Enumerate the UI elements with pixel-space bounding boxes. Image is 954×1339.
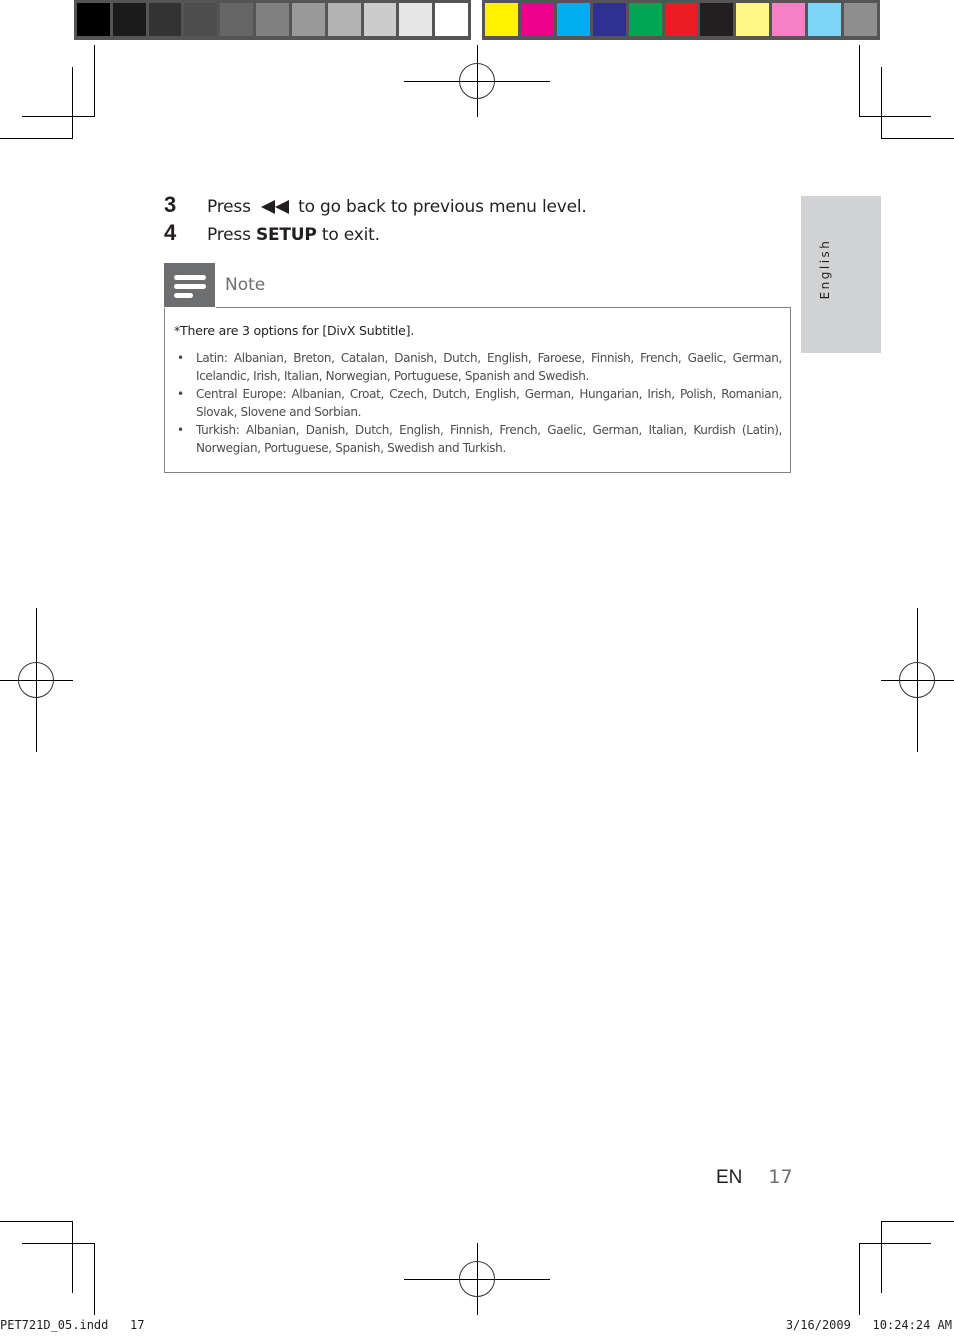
crop-mark xyxy=(859,45,860,117)
process-color-swatch xyxy=(520,3,554,36)
grayscale-swatch xyxy=(399,3,433,36)
crop-mark xyxy=(72,1221,73,1293)
page-number: 17 xyxy=(768,1166,793,1188)
note-intro: *There are 3 options for [DivX Subtitle]… xyxy=(174,323,415,338)
grayscale-swatch xyxy=(256,3,289,36)
process-color-swatch xyxy=(556,3,590,36)
grayscale-swatch xyxy=(327,3,361,36)
note-header: Note xyxy=(164,263,265,307)
crop-mark xyxy=(22,1243,95,1244)
crop-mark xyxy=(881,67,882,139)
grayscale-swatch xyxy=(291,3,325,36)
process-color-swatch xyxy=(664,3,698,36)
process-color-swatch xyxy=(485,3,518,36)
process-color-swatch xyxy=(844,3,877,36)
step-number: 4 xyxy=(164,220,177,245)
rewind-icon xyxy=(260,199,289,219)
process-color-swatch xyxy=(808,3,842,36)
process-color-swatch xyxy=(700,3,734,36)
grayscale-swatch xyxy=(148,3,182,36)
crop-mark xyxy=(859,116,931,117)
process-color-bar xyxy=(482,0,880,40)
crop-mark xyxy=(72,67,73,139)
process-color-swatch xyxy=(772,3,806,36)
grayscale-swatch xyxy=(77,3,110,36)
note-box: *There are 3 options for [DivX Subtitle]… xyxy=(164,307,791,473)
crop-mark xyxy=(0,138,73,139)
note-list: • Latin: Albanian, Breton, Catalan, Danis… xyxy=(176,349,782,457)
crop-mark xyxy=(22,116,95,117)
step-number: 3 xyxy=(164,192,177,217)
grayscale-swatch xyxy=(220,3,254,36)
step-4: 4 Press SETUP to exit. xyxy=(164,220,380,246)
crop-mark xyxy=(859,1243,931,1244)
language-label: English xyxy=(818,238,832,299)
crop-mark xyxy=(881,1221,954,1222)
page-language: EN xyxy=(716,1167,743,1188)
crop-mark xyxy=(94,45,95,117)
slug-datetime: 3/16/2009 10:24:24 AM xyxy=(785,1318,952,1332)
crop-mark xyxy=(881,138,954,139)
page-footer: EN 17 xyxy=(716,1166,793,1189)
grayscale-swatch xyxy=(435,3,468,36)
note-icon xyxy=(164,263,215,307)
list-item: • Turkish: Albanian, Danish, Dutch, Engli… xyxy=(177,423,782,455)
step-3: 3 Press to go back to previous menu leve… xyxy=(164,192,587,219)
crop-mark xyxy=(881,1221,882,1293)
process-color-swatch xyxy=(736,3,770,36)
setup-keyword: SETUP xyxy=(255,225,317,245)
language-side-tab: English xyxy=(801,196,881,353)
crop-mark xyxy=(859,1243,860,1315)
grayscale-color-bar xyxy=(74,0,471,40)
process-color-swatch xyxy=(592,3,626,36)
process-color-swatch xyxy=(628,3,662,36)
grayscale-swatch xyxy=(112,3,146,36)
crop-mark xyxy=(94,1243,95,1315)
note-title: Note xyxy=(225,275,266,295)
step-text: Press to go back to previous menu level. xyxy=(207,197,587,219)
step-text: Press SETUP to exit. xyxy=(207,225,380,245)
grayscale-swatch xyxy=(184,3,218,36)
list-item: • Central Europe: Albanian, Croat, Czech,… xyxy=(177,387,782,419)
crop-mark xyxy=(0,1221,73,1222)
grayscale-swatch xyxy=(363,3,397,36)
list-item: • Latin: Albanian, Breton, Catalan, Danis… xyxy=(177,351,782,383)
slug-filename: PET721D_05.indd 17 xyxy=(0,1318,145,1332)
